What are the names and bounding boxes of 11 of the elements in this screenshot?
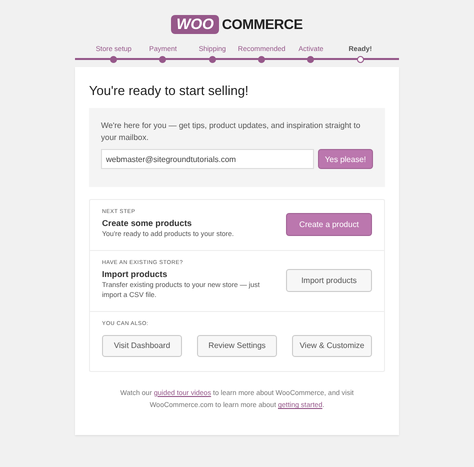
logo-text: COMMERCE <box>222 16 303 32</box>
action-button[interactable]: View & Customize <box>292 334 372 357</box>
email-field[interactable]: webmaster@sitegroundtutorials.com <box>101 149 314 170</box>
step-heading: Import products <box>102 268 168 279</box>
logo-badge: WOO <box>171 14 219 34</box>
newsletter-text: We're here for you — get tips, product updates, and inspiration straight to your mailbox. <box>101 120 362 144</box>
step-heading: Create some products <box>102 218 193 228</box>
action-button[interactable]: Review Settings <box>197 334 277 357</box>
page-title: You're ready to start selling! <box>89 83 250 98</box>
action-button[interactable]: Visit Dashboard <box>102 334 182 357</box>
action-button[interactable]: Import products <box>286 269 372 292</box>
